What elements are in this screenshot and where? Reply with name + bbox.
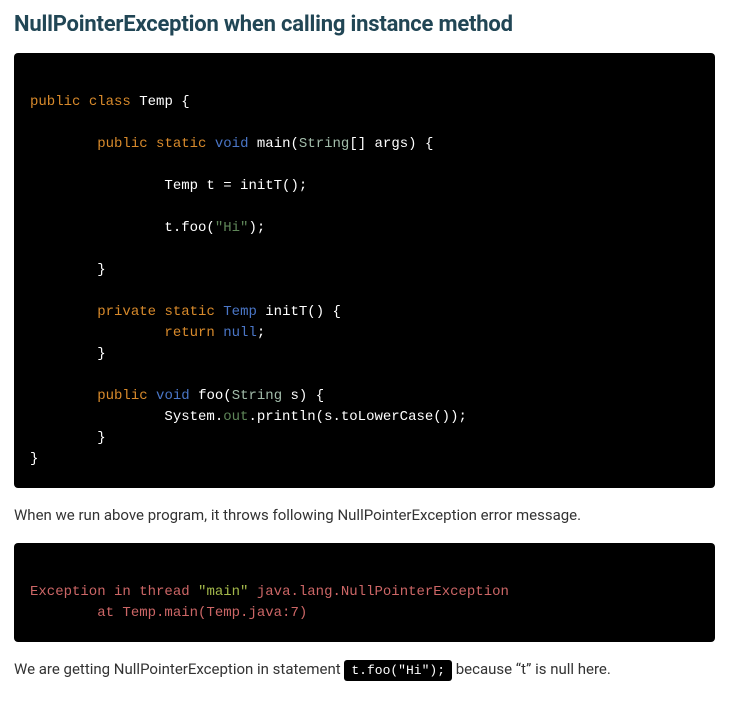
code-token: class [89,94,131,110]
code-token: } [97,262,105,278]
code-token: } [30,451,38,467]
code-token: public [30,94,80,110]
code-token: { [173,94,190,110]
code-token: out [223,409,248,425]
inline-code: t.foo("Hi"); [344,660,452,681]
code-token: ); [248,220,265,236]
code-token: void [215,136,249,152]
code-token: () { [307,304,341,320]
prose-paragraph: When we run above program, it throws fol… [14,504,715,527]
code-token: "main" [198,584,248,600]
code-block-java: public class Temp { public static void m… [14,53,715,488]
code-token: public [97,388,147,404]
code-token: thread [131,584,198,600]
code-token: 7 [290,605,298,621]
code-token: String [232,388,282,404]
code-token: Exception [30,584,114,600]
code-block-exception: Exception in thread "main" java.lang.Nul… [14,543,715,642]
code-token: } [97,346,105,362]
prose-text: We are getting NullPointerException in s… [14,660,344,678]
code-token: t.foo( [164,220,214,236]
code-token: void [156,388,190,404]
code-token: initT [265,304,307,320]
code-token: private [97,304,156,320]
code-token: static [164,304,214,320]
code-token: Temp [223,304,257,320]
code-token: ) { [299,388,324,404]
code-token: public [97,136,147,152]
code-token: null [223,325,257,341]
code-token: static [156,136,206,152]
code-token: initT(); [232,178,308,194]
code-token: System. [164,409,223,425]
code-token: s [282,388,299,404]
code-token: ) { [408,136,433,152]
section-heading: NullPointerException when calling instan… [14,12,715,37]
code-token: foo [198,388,223,404]
code-token: .println(s.toLowerCase()); [248,409,466,425]
code-token: } [97,430,105,446]
code-token: String [299,136,349,152]
code-token: = [223,178,231,194]
code-token: ( [291,136,299,152]
code-token: Temp t [164,178,223,194]
code-token: Temp [139,94,173,110]
prose-text: because “t” is null here. [452,660,611,678]
code-token: ; [257,325,265,341]
code-token: ( [223,388,231,404]
code-token: "Hi" [215,220,249,236]
code-token: java.lang.NullPointerException [248,584,508,600]
code-token: in [114,584,131,600]
code-token: ) [299,605,307,621]
code-token: return [164,325,214,341]
code-token: main [257,136,291,152]
prose-paragraph: We are getting NullPointerException in s… [14,658,715,681]
code-token: at Temp.main(Temp.java: [97,605,290,621]
code-token: [] args [349,136,408,152]
